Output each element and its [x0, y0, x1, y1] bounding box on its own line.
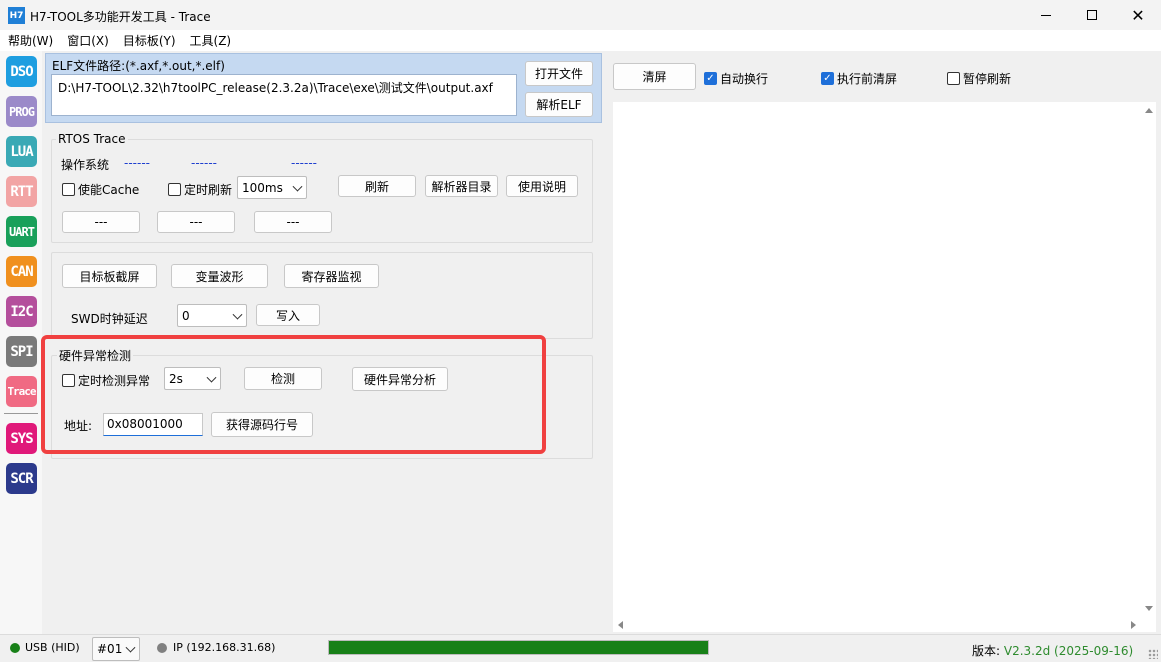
- usage-help-button[interactable]: 使用说明: [506, 175, 578, 197]
- elf-path-label: ELF文件路径:(*.axf,*.out,*.elf): [52, 59, 225, 73]
- elf-path-field[interactable]: D:\H7-TOOL\2.32\h7toolPC_release(2.3.2a)…: [51, 74, 517, 116]
- nav-uart[interactable]: UART: [6, 216, 37, 247]
- open-file-button[interactable]: 打开文件: [525, 61, 593, 86]
- menu-target[interactable]: 目标板(Y): [123, 32, 176, 49]
- highlight-annotation: [41, 335, 546, 454]
- parser-dir-button[interactable]: 解析器目录: [425, 175, 498, 197]
- nav-dso[interactable]: DSO: [6, 56, 37, 87]
- auto-wrap-label: 自动换行: [720, 72, 769, 86]
- nav-lua[interactable]: LUA: [6, 136, 37, 167]
- auto-wrap-box: ✓: [704, 72, 717, 85]
- nav-rtt[interactable]: RTT: [6, 176, 37, 207]
- chevron-down-icon: [125, 642, 136, 653]
- horizontal-scrollbar[interactable]: [613, 617, 1141, 632]
- parse-elf-button[interactable]: 解析ELF: [525, 92, 593, 117]
- rtos-slot-1[interactable]: ---: [62, 211, 140, 233]
- swd-delay-value: 0: [182, 308, 190, 323]
- menu-help[interactable]: 帮助(W): [8, 32, 53, 49]
- clear-screen-button[interactable]: 清屏: [613, 63, 696, 90]
- ip-status-label: IP (192.168.31.68): [173, 641, 276, 654]
- chevron-down-icon: [292, 181, 303, 192]
- device-select-value: #01: [97, 642, 123, 656]
- register-monitor-button[interactable]: 寄存器监视: [284, 264, 379, 288]
- timer-refresh-label: 定时刷新: [184, 183, 233, 197]
- window-title: H7-TOOL多功能开发工具 - Trace: [30, 10, 211, 24]
- progress-bar: [328, 640, 709, 655]
- status-bar: USB (HID) #01 IP (192.168.31.68) 版本: V2.…: [0, 634, 1161, 662]
- refresh-button[interactable]: 刷新: [338, 175, 416, 197]
- version-value: V2.3.2d (2025-09-16): [1003, 644, 1134, 658]
- menu-bar: 帮助(W) 窗口(X) 目标板(Y) 工具(Z): [0, 30, 1161, 51]
- refresh-interval-value: 100ms: [242, 180, 283, 195]
- ip-status-dot: [157, 643, 167, 653]
- version-prefix: 版本:: [972, 644, 1001, 658]
- clear-before-run-label: 执行前清屏: [837, 72, 898, 86]
- minimize-icon: [1041, 14, 1051, 16]
- nav-i2c[interactable]: I2C: [6, 296, 37, 327]
- enable-cache-label: 使能Cache: [78, 183, 140, 197]
- minimize-button[interactable]: [1023, 0, 1069, 30]
- elf-path-value: D:\H7-TOOL\2.32\h7toolPC_release(2.3.2a)…: [58, 81, 493, 95]
- rtos-group-title: RTOS Trace: [56, 132, 128, 146]
- nav-prog[interactable]: PROG: [6, 96, 37, 127]
- rtos-slot-3[interactable]: ---: [254, 211, 332, 233]
- close-icon: ✕: [1131, 5, 1145, 25]
- version-label: 版本: V2.3.2d (2025-09-16): [972, 642, 1133, 659]
- timer-refresh-box: [168, 183, 181, 196]
- os-value-1: ------: [124, 156, 150, 170]
- auto-wrap-checkbox[interactable]: ✓ 自动换行: [704, 70, 768, 87]
- scroll-down-icon[interactable]: [1145, 606, 1153, 611]
- write-button[interactable]: 写入: [256, 304, 320, 326]
- nav-scr[interactable]: SCR: [6, 463, 37, 494]
- vertical-scrollbar[interactable]: [1141, 102, 1156, 617]
- usb-status-dot: [10, 643, 20, 653]
- maximize-button[interactable]: [1069, 0, 1115, 30]
- nav-spi[interactable]: SPI: [6, 336, 37, 367]
- os-value-3: ------: [291, 156, 317, 170]
- swd-delay-label: SWD时钟延迟: [71, 312, 148, 326]
- scroll-up-icon[interactable]: [1145, 108, 1153, 113]
- enable-cache-checkbox[interactable]: 使能Cache: [62, 181, 139, 198]
- app-icon: H7: [8, 7, 25, 24]
- progress-fill: [329, 641, 708, 654]
- nav-sys[interactable]: SYS: [6, 423, 37, 454]
- refresh-interval-select[interactable]: 100ms: [237, 176, 307, 199]
- usb-status-label: USB (HID): [25, 641, 80, 654]
- output-text-area[interactable]: [613, 102, 1156, 632]
- clear-before-run-box: ✓: [821, 72, 834, 85]
- menu-window[interactable]: 窗口(X): [67, 32, 109, 49]
- scroll-right-icon[interactable]: [1131, 621, 1136, 629]
- nav-trace[interactable]: Trace: [6, 376, 37, 407]
- pause-refresh-checkbox[interactable]: 暂停刷新: [947, 70, 1011, 87]
- pause-refresh-box: [947, 72, 960, 85]
- timer-refresh-checkbox[interactable]: 定时刷新: [168, 181, 232, 198]
- sidebar: DSO PROG LUA RTT UART CAN I2C SPI Trace …: [0, 51, 42, 634]
- maximize-icon: [1087, 10, 1097, 20]
- pause-refresh-label: 暂停刷新: [963, 72, 1012, 86]
- elf-panel: ELF文件路径:(*.axf,*.out,*.elf) D:\H7-TOOL\2…: [45, 53, 602, 123]
- device-select[interactable]: #01: [92, 637, 140, 661]
- menu-tools[interactable]: 工具(Z): [190, 32, 232, 49]
- variable-wave-button[interactable]: 变量波形: [171, 264, 268, 288]
- chevron-down-icon: [232, 309, 243, 320]
- enable-cache-box: [62, 183, 75, 196]
- close-button[interactable]: ✕: [1115, 0, 1161, 30]
- title-bar: H7 H7-TOOL多功能开发工具 - Trace ✕: [0, 0, 1161, 30]
- swd-delay-select[interactable]: 0: [177, 304, 247, 327]
- clear-before-run-checkbox[interactable]: ✓ 执行前清屏: [821, 70, 897, 87]
- rtos-slot-2[interactable]: ---: [157, 211, 235, 233]
- resize-grip-icon[interactable]: [1148, 649, 1158, 659]
- sidebar-divider: [4, 413, 38, 414]
- os-label: 操作系统: [61, 158, 110, 172]
- target-screenshot-button[interactable]: 目标板截屏: [62, 264, 157, 288]
- os-value-2: ------: [191, 156, 217, 170]
- nav-can[interactable]: CAN: [6, 256, 37, 287]
- scroll-left-icon[interactable]: [618, 621, 623, 629]
